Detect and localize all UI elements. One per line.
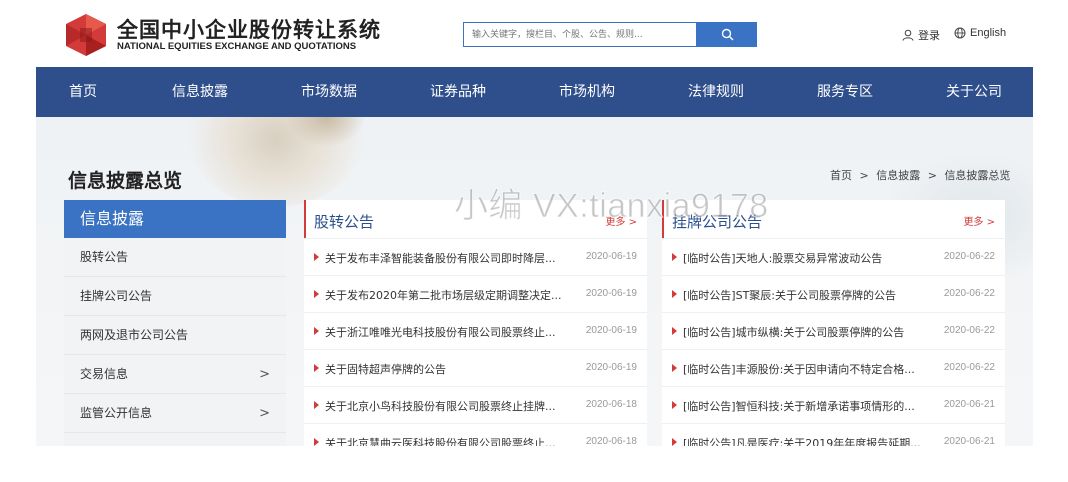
item-date: 2020-06-18	[585, 436, 637, 446]
item-title[interactable]: 关于北京慧曲云医科技股份有限公司股票终止...	[325, 435, 567, 446]
sidebar-item-label: 监管公开信息	[80, 406, 153, 420]
sidebar-item-listed-announcements[interactable]: 挂牌公司公告	[64, 277, 286, 316]
item-date: 2020-06-19	[585, 325, 637, 336]
item-title[interactable]: [临时公告]丰源股份:关于因申请向不特定合格...	[683, 361, 925, 377]
user-icon	[902, 29, 914, 41]
list-item[interactable]: 关于发布丰泽智能装备股份有限公司即时降层... 2020-06-19	[304, 238, 647, 275]
item-title[interactable]: 关于北京小鸟科技股份有限公司股票终止挂牌...	[325, 398, 567, 414]
item-title[interactable]: [临时公告]凡是医疗:关于2019年年度报告延期...	[683, 435, 925, 446]
breadcrumb-home[interactable]: 首页	[830, 169, 852, 182]
page-title: 信息披露总览	[68, 170, 183, 192]
chevron-right-icon: >	[259, 406, 270, 421]
list-item[interactable]: [临时公告]凡是医疗:关于2019年年度报告延期... 2020-06-21	[662, 423, 1005, 446]
search-input[interactable]	[463, 22, 697, 47]
item-title[interactable]: [临时公告]ST聚辰:关于公司股票停牌的公告	[683, 287, 925, 303]
list-item[interactable]: [临时公告]城市纵横:关于公司股票停牌的公告 2020-06-22	[662, 312, 1005, 349]
logo-icon[interactable]	[66, 14, 106, 56]
bullet-icon	[314, 364, 319, 372]
breadcrumb-disclosure[interactable]: 信息披露	[876, 169, 920, 182]
bullet-icon	[672, 401, 677, 409]
item-title[interactable]: [临时公告]城市纵横:关于公司股票停牌的公告	[683, 324, 925, 340]
item-title[interactable]: [临时公告]天地人:股票交易异常波动公告	[683, 250, 925, 266]
watermark-text: 小编 VX:tianxia9178	[454, 187, 769, 226]
sidebar-item-neeq-announcements[interactable]: 股转公告	[64, 238, 286, 277]
bullet-icon	[672, 253, 677, 261]
nav-item-home[interactable]: 首页	[69, 67, 97, 117]
nav-item-disclosure[interactable]: 信息披露	[172, 67, 228, 117]
item-title[interactable]: 关于浙江唯唯光电科技股份有限公司股票终止...	[325, 324, 567, 340]
content-area: 信息披露总览 首页 > 信息披露 > 信息披露总览 信息披露 股转公告 挂牌公司…	[36, 117, 1033, 446]
sidebar-title[interactable]: 信息披露	[64, 200, 286, 238]
language-label: English	[970, 27, 1007, 39]
bullet-icon	[672, 438, 677, 446]
list-item[interactable]: [临时公告]丰源股份:关于因申请向不特定合格... 2020-06-22	[662, 349, 1005, 386]
nav-item-market-data[interactable]: 市场数据	[301, 67, 357, 117]
login-label: 登录	[918, 29, 940, 42]
globe-icon	[954, 27, 966, 39]
nav-item-institutions[interactable]: 市场机构	[559, 67, 615, 117]
bullet-icon	[314, 438, 319, 446]
sidebar-item-trading-info[interactable]: 交易信息 >	[64, 355, 286, 394]
search-icon	[721, 28, 733, 41]
bullet-icon	[314, 327, 319, 335]
panel-title[interactable]: 股转公告	[314, 211, 374, 232]
nav-item-rules[interactable]: 法律规则	[688, 67, 744, 117]
brand-name-cn[interactable]: 全国中小企业股份转让系统	[117, 14, 381, 44]
nav-item-services[interactable]: 服务专区	[817, 67, 873, 117]
bullet-icon	[672, 364, 677, 372]
list-item[interactable]: 关于发布2020年第二批市场层级定期调整决定... 2020-06-19	[304, 275, 647, 312]
panel-neeq-announcements: 股转公告 更多 > 关于发布丰泽智能装备股份有限公司即时降层... 2020-06…	[304, 200, 647, 446]
bullet-icon	[672, 290, 677, 298]
sidebar-item-regulatory-info[interactable]: 监管公开信息 >	[64, 394, 286, 433]
item-title[interactable]: [临时公告]智恒科技:关于新增承诺事项情形的...	[683, 398, 925, 414]
main-nav: 首页 信息披露 市场数据 证券品种 市场机构 法律规则 服务专区 关于公司	[36, 67, 1033, 117]
search-button[interactable]	[697, 22, 757, 47]
item-date: 2020-06-22	[943, 362, 995, 373]
breadcrumb: 首页 > 信息披露 > 信息披露总览	[828, 167, 1012, 183]
item-date: 2020-06-19	[585, 251, 637, 262]
more-link[interactable]: 更多 >	[963, 213, 995, 228]
breadcrumb-current: 信息披露总览	[944, 169, 1011, 182]
item-title[interactable]: 关于固特超声停牌的公告	[325, 361, 567, 377]
nav-item-about[interactable]: 关于公司	[946, 67, 1002, 117]
list-item[interactable]: [临时公告]智恒科技:关于新增承诺事项情形的... 2020-06-21	[662, 386, 1005, 423]
bullet-icon	[314, 401, 319, 409]
sidebar-item-delisted-announcements[interactable]: 两网及退市公司公告	[64, 316, 286, 355]
chevron-right-icon: >	[259, 367, 270, 382]
list-item[interactable]: 关于固特超声停牌的公告 2020-06-19	[304, 349, 647, 386]
list-item[interactable]: [临时公告]ST聚辰:关于公司股票停牌的公告 2020-06-22	[662, 275, 1005, 312]
language-switch[interactable]: English	[954, 27, 1006, 39]
breadcrumb-separator: >	[927, 169, 937, 182]
sidebar-item-label: 股转公告	[80, 250, 129, 264]
list-item[interactable]: 关于北京慧曲云医科技股份有限公司股票终止... 2020-06-18	[304, 423, 647, 446]
breadcrumb-separator: >	[859, 169, 869, 182]
bullet-icon	[314, 253, 319, 261]
panel-listed-announcements: 挂牌公司公告 更多 > [临时公告]天地人:股票交易异常波动公告 2020-06-…	[662, 200, 1005, 446]
item-date: 2020-06-22	[943, 325, 995, 336]
item-date: 2020-06-19	[585, 362, 637, 373]
item-date: 2020-06-18	[585, 399, 637, 410]
item-date: 2020-06-21	[943, 399, 995, 410]
sidebar-item-label: 挂牌公司公告	[80, 289, 153, 303]
item-date: 2020-06-22	[943, 288, 995, 299]
item-date: 2020-06-21	[943, 436, 995, 446]
item-date: 2020-06-19	[585, 288, 637, 299]
bullet-icon	[672, 327, 677, 335]
list-item[interactable]: 关于浙江唯唯光电科技股份有限公司股票终止... 2020-06-19	[304, 312, 647, 349]
login-link[interactable]: 登录	[902, 27, 940, 43]
item-title[interactable]: 关于发布2020年第二批市场层级定期调整决定...	[325, 287, 567, 303]
sidebar-item-label: 交易信息	[80, 367, 129, 381]
sidebar: 信息披露 股转公告 挂牌公司公告 两网及退市公司公告 交易信息 > 监管公开信息…	[64, 200, 286, 446]
item-date: 2020-06-22	[943, 251, 995, 262]
item-title[interactable]: 关于发布丰泽智能装备股份有限公司即时降层...	[325, 250, 567, 266]
list-item[interactable]: [临时公告]天地人:股票交易异常波动公告 2020-06-22	[662, 238, 1005, 275]
sidebar-item-label: 两网及退市公司公告	[80, 328, 189, 342]
list-item[interactable]: 关于北京小鸟科技股份有限公司股票终止挂牌... 2020-06-18	[304, 386, 647, 423]
brand-name-en[interactable]: NATIONAL EQUITIES EXCHANGE AND QUOTATION…	[117, 41, 356, 52]
bullet-icon	[314, 290, 319, 298]
nav-item-securities[interactable]: 证券品种	[430, 67, 486, 117]
site-header: 全国中小企业股份转让系统 NATIONAL EQUITIES EXCHANGE …	[36, 0, 1033, 67]
